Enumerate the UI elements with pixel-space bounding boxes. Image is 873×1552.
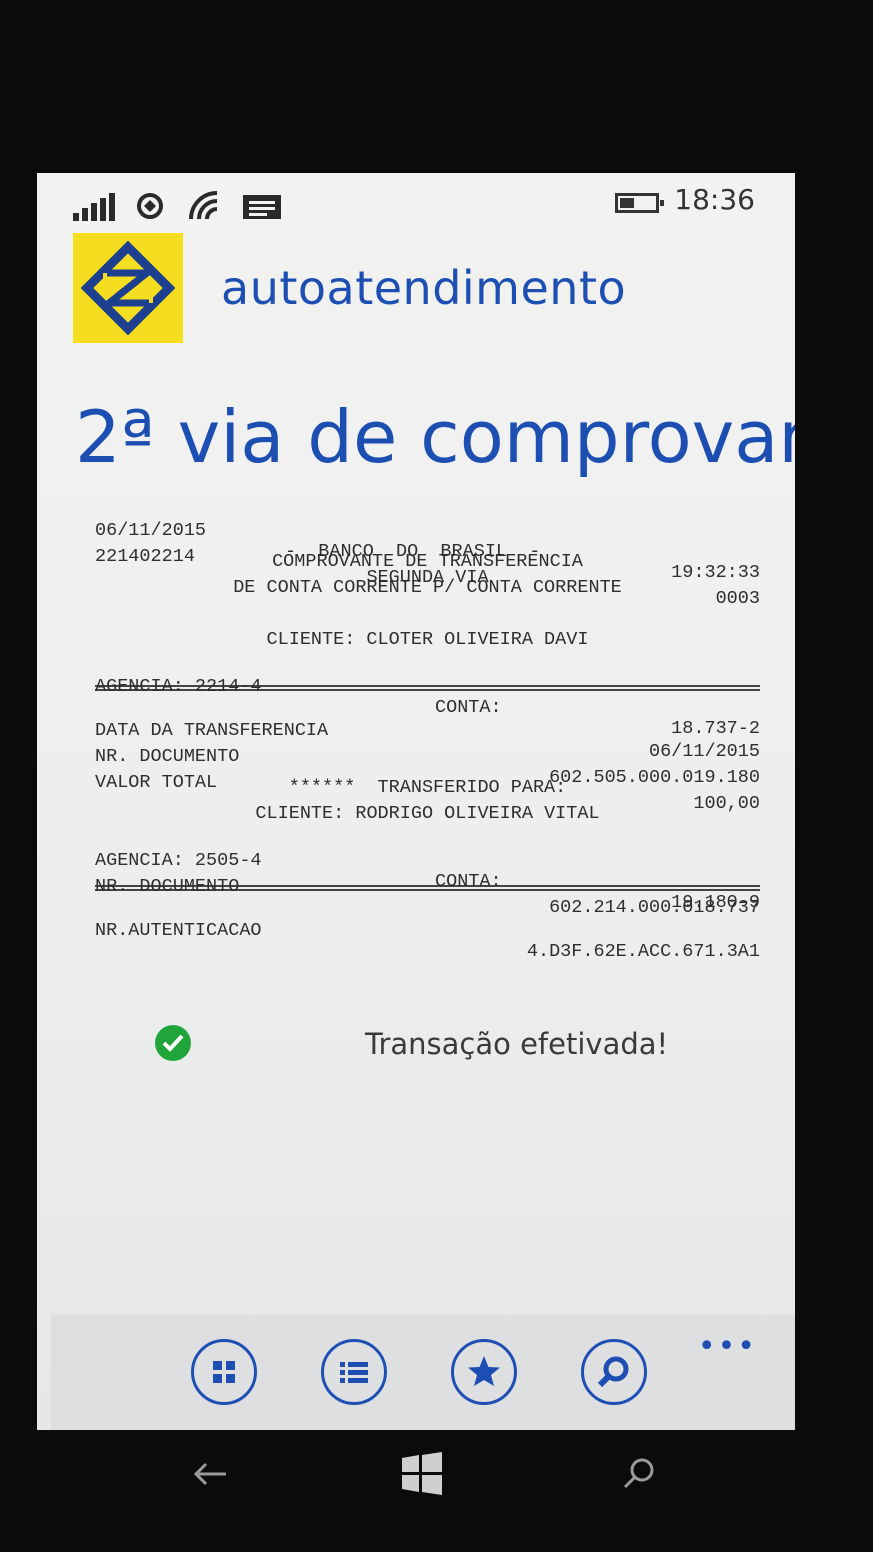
search-button[interactable] bbox=[581, 1339, 647, 1405]
status-bar: 18:36 bbox=[37, 173, 795, 231]
dest-doc-label: NR. DOCUMENTO bbox=[95, 876, 240, 897]
search-icon bbox=[597, 1356, 629, 1388]
app-bar: ••• bbox=[51, 1315, 795, 1430]
windows-icon[interactable] bbox=[400, 1452, 444, 1496]
list-icon bbox=[340, 1362, 368, 1383]
status-message: Transação efetivada! bbox=[365, 1027, 669, 1061]
dest-client: CLIENTE: RODRIGO OLIVEIRA VITAL bbox=[255, 803, 600, 824]
wifi-icon bbox=[189, 191, 218, 220]
receipt: 06/11/2015 - BANCO DO BRASIL - 19:32:33 … bbox=[95, 499, 760, 962]
battery-icon bbox=[615, 193, 664, 213]
signal-icon bbox=[73, 191, 119, 221]
search-icon[interactable] bbox=[620, 1456, 660, 1492]
phone-screen: 18:36 autoatendimento 2ª via de comprova… bbox=[37, 173, 795, 1430]
receipt-agency: AGENCIA: 2214-4 bbox=[95, 676, 262, 697]
app-title: autoatendimento bbox=[221, 261, 627, 315]
nav-bar bbox=[0, 1430, 873, 1552]
receipt-title-line1: COMPROVANTE DE TRANSFERENCIA bbox=[272, 551, 583, 572]
status-time: 18:36 bbox=[674, 183, 755, 216]
favorites-button[interactable] bbox=[451, 1339, 517, 1405]
receipt-client: CLIENTE: CLOTER OLIVEIRA DAVI bbox=[266, 629, 589, 650]
page-title: 2ª via de comprovante bbox=[75, 395, 795, 479]
auth-value: 4.D3F.62E.ACC.671.3A1 bbox=[526, 941, 760, 962]
banco-do-brasil-logo bbox=[73, 233, 183, 343]
home-grid-icon bbox=[213, 1361, 235, 1383]
check-icon bbox=[155, 1025, 191, 1061]
home-grid-button[interactable] bbox=[191, 1339, 257, 1405]
back-icon[interactable] bbox=[192, 1460, 228, 1488]
transfer-to-label: ****** TRANSFERIDO PARA: bbox=[288, 777, 567, 798]
star-icon bbox=[468, 1356, 500, 1386]
receipt-title-line2: DE CONTA CORRENTE P/ CONTA CORRENTE bbox=[233, 577, 622, 598]
auth-label: NR.AUTENTICACAO bbox=[95, 920, 262, 941]
more-button[interactable]: ••• bbox=[698, 1329, 757, 1364]
message-icon bbox=[243, 195, 281, 219]
data-icon bbox=[137, 193, 163, 219]
list-button[interactable] bbox=[321, 1339, 387, 1405]
